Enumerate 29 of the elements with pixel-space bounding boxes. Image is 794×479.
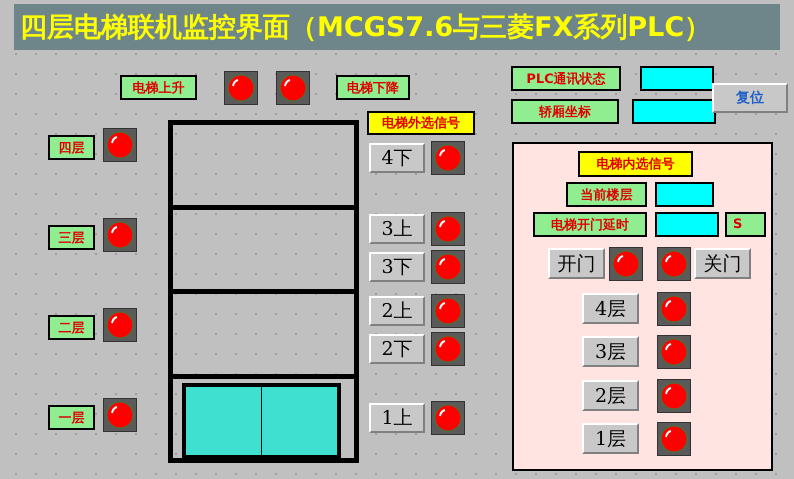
call-button[interactable]: 4下	[369, 143, 425, 173]
window-title: 四层电梯联机监控界面（MCGS7.6与三菱FX系列PLC）	[14, 4, 780, 50]
call-button[interactable]: 2上	[369, 296, 425, 326]
door-button[interactable]: 开门	[548, 248, 605, 279]
field-label: 当前楼层	[566, 182, 647, 207]
floor-button[interactable]: 3层	[582, 336, 639, 367]
field-label: 轿厢坐标	[511, 99, 619, 124]
section-title: 电梯外选信号	[367, 111, 475, 135]
call-button[interactable]: 1上	[369, 403, 425, 433]
floor-label: 四层	[48, 135, 95, 160]
unit-label: S	[725, 212, 766, 237]
status-label: 电梯下降	[336, 75, 410, 100]
floor-button[interactable]: 4层	[582, 293, 639, 324]
field-label: PLC通讯状态	[511, 66, 621, 91]
door-button[interactable]: 关门	[694, 248, 751, 279]
status-label: 电梯上升	[120, 75, 197, 100]
call-button[interactable]: 3上	[369, 214, 425, 244]
field-label: 电梯开门延时	[533, 212, 647, 237]
value-field	[655, 212, 719, 237]
section-title: 电梯内选信号	[578, 151, 693, 177]
floor-label: 二层	[48, 315, 95, 340]
floor-button[interactable]: 2层	[582, 380, 639, 411]
floor-button[interactable]: 1层	[582, 423, 639, 454]
floor-label: 一层	[48, 405, 95, 430]
value-field	[655, 182, 714, 207]
call-button[interactable]: 3下	[369, 252, 425, 282]
floor-label: 三层	[48, 225, 95, 250]
reset-button[interactable]: 复位	[712, 83, 788, 113]
call-button[interactable]: 2下	[369, 334, 425, 364]
